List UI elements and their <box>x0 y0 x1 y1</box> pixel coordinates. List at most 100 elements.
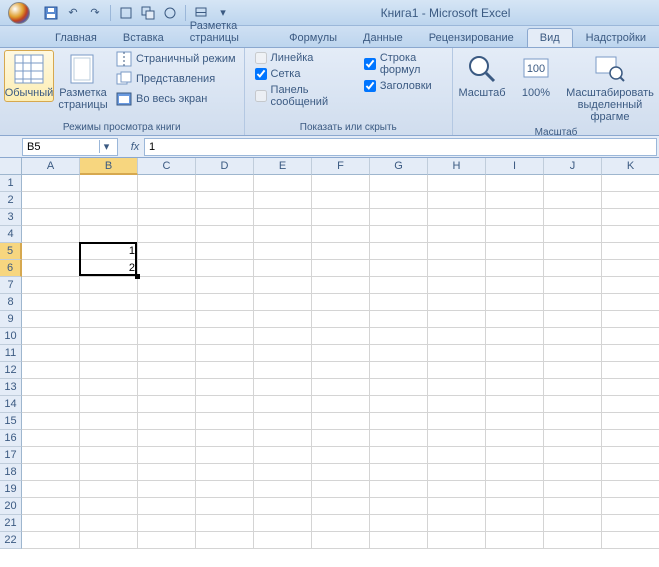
cell-K5[interactable] <box>602 243 659 260</box>
name-box[interactable]: B5 ▾ <box>22 138 118 156</box>
cell-C22[interactable] <box>138 532 196 549</box>
cell-I15[interactable] <box>486 413 544 430</box>
cell-D17[interactable] <box>196 447 254 464</box>
cell-C6[interactable] <box>138 260 196 277</box>
tab-addins[interactable]: Надстройки <box>573 28 659 47</box>
cell-D8[interactable] <box>196 294 254 311</box>
cell-D13[interactable] <box>196 379 254 396</box>
cell-K15[interactable] <box>602 413 659 430</box>
cell-H11[interactable] <box>428 345 486 362</box>
cell-J8[interactable] <box>544 294 602 311</box>
cell-K17[interactable] <box>602 447 659 464</box>
cell-C9[interactable] <box>138 311 196 328</box>
cell-F10[interactable] <box>312 328 370 345</box>
cell-D18[interactable] <box>196 464 254 481</box>
cell-J1[interactable] <box>544 175 602 192</box>
cell-D1[interactable] <box>196 175 254 192</box>
cell-J18[interactable] <box>544 464 602 481</box>
cell-C19[interactable] <box>138 481 196 498</box>
cell-G4[interactable] <box>370 226 428 243</box>
cell-J19[interactable] <box>544 481 602 498</box>
cell-K10[interactable] <box>602 328 659 345</box>
cell-B1[interactable] <box>80 175 138 192</box>
cell-A13[interactable] <box>22 379 80 396</box>
cell-J16[interactable] <box>544 430 602 447</box>
column-header-B[interactable]: B <box>80 158 138 175</box>
ruler-checkbox[interactable]: Линейка <box>255 52 348 64</box>
column-header-A[interactable]: A <box>22 158 80 175</box>
cell-C11[interactable] <box>138 345 196 362</box>
row-header-20[interactable]: 20 <box>0 498 22 515</box>
cell-F22[interactable] <box>312 532 370 549</box>
headings-checkbox[interactable]: Заголовки <box>364 80 442 92</box>
cell-D2[interactable] <box>196 192 254 209</box>
gridlines-check-input[interactable] <box>255 68 267 80</box>
cell-F13[interactable] <box>312 379 370 396</box>
cell-A10[interactable] <box>22 328 80 345</box>
qat-btn-1[interactable] <box>117 4 135 22</box>
cell-H3[interactable] <box>428 209 486 226</box>
cell-A8[interactable] <box>22 294 80 311</box>
cell-H7[interactable] <box>428 277 486 294</box>
cell-K18[interactable] <box>602 464 659 481</box>
zoom-button[interactable]: Масштаб <box>457 50 507 102</box>
cell-J12[interactable] <box>544 362 602 379</box>
row-header-19[interactable]: 19 <box>0 481 22 498</box>
cell-E16[interactable] <box>254 430 312 447</box>
cell-K1[interactable] <box>602 175 659 192</box>
cell-C7[interactable] <box>138 277 196 294</box>
cell-J13[interactable] <box>544 379 602 396</box>
formula-input[interactable]: 1 <box>144 138 657 156</box>
row-header-12[interactable]: 12 <box>0 362 22 379</box>
cell-K4[interactable] <box>602 226 659 243</box>
cell-K11[interactable] <box>602 345 659 362</box>
cell-A18[interactable] <box>22 464 80 481</box>
row-header-8[interactable]: 8 <box>0 294 22 311</box>
cell-D16[interactable] <box>196 430 254 447</box>
cell-F2[interactable] <box>312 192 370 209</box>
cell-C5[interactable] <box>138 243 196 260</box>
cell-J22[interactable] <box>544 532 602 549</box>
normal-view-button[interactable]: Обычный <box>4 50 54 102</box>
cell-D9[interactable] <box>196 311 254 328</box>
cell-C18[interactable] <box>138 464 196 481</box>
ruler-check-input[interactable] <box>255 52 267 64</box>
cell-C20[interactable] <box>138 498 196 515</box>
cell-G12[interactable] <box>370 362 428 379</box>
custom-views-button[interactable]: Представления <box>112 70 240 88</box>
cell-G5[interactable] <box>370 243 428 260</box>
cell-K22[interactable] <box>602 532 659 549</box>
cell-H13[interactable] <box>428 379 486 396</box>
cell-E9[interactable] <box>254 311 312 328</box>
row-header-18[interactable]: 18 <box>0 464 22 481</box>
cell-J10[interactable] <box>544 328 602 345</box>
cell-G6[interactable] <box>370 260 428 277</box>
cell-B7[interactable] <box>80 277 138 294</box>
cell-B18[interactable] <box>80 464 138 481</box>
cell-H2[interactable] <box>428 192 486 209</box>
cell-G11[interactable] <box>370 345 428 362</box>
cell-I1[interactable] <box>486 175 544 192</box>
cell-H17[interactable] <box>428 447 486 464</box>
cell-F9[interactable] <box>312 311 370 328</box>
cell-B15[interactable] <box>80 413 138 430</box>
cell-F14[interactable] <box>312 396 370 413</box>
undo-icon[interactable]: ↶ <box>64 4 82 22</box>
cell-F7[interactable] <box>312 277 370 294</box>
cell-E8[interactable] <box>254 294 312 311</box>
row-header-10[interactable]: 10 <box>0 328 22 345</box>
row-header-16[interactable]: 16 <box>0 430 22 447</box>
row-header-17[interactable]: 17 <box>0 447 22 464</box>
cell-B5[interactable]: 1 <box>80 243 138 260</box>
cell-D7[interactable] <box>196 277 254 294</box>
cell-B6[interactable]: 2 <box>80 260 138 277</box>
column-header-D[interactable]: D <box>196 158 254 175</box>
tab-data[interactable]: Данные <box>350 28 416 47</box>
cell-H5[interactable] <box>428 243 486 260</box>
cell-H10[interactable] <box>428 328 486 345</box>
cell-F12[interactable] <box>312 362 370 379</box>
cell-G8[interactable] <box>370 294 428 311</box>
cell-G17[interactable] <box>370 447 428 464</box>
cell-A7[interactable] <box>22 277 80 294</box>
row-header-14[interactable]: 14 <box>0 396 22 413</box>
